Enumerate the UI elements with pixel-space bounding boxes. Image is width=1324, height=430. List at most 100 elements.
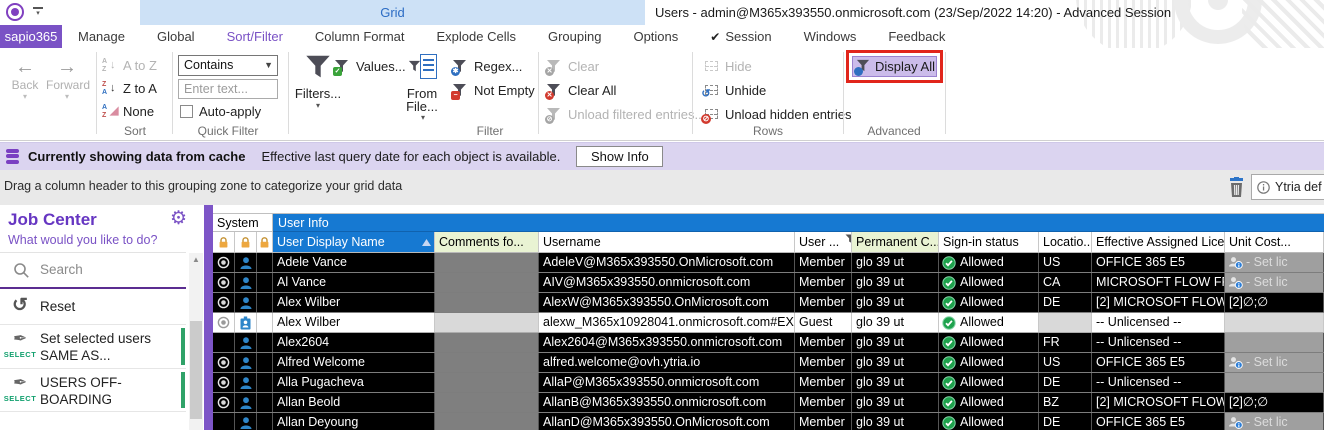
cell-comments[interactable] xyxy=(435,413,539,430)
cell-signin-status[interactable]: Allowed xyxy=(939,373,1039,392)
cell-display-name[interactable]: Adele Vance xyxy=(273,253,435,272)
column-header-unit-cost[interactable]: Unit Cost... xyxy=(1225,232,1324,253)
forward-button[interactable]: → Forward ▾ xyxy=(46,56,88,102)
filter-from-file-button[interactable]: From File... ▾ xyxy=(398,54,448,122)
cell-comments[interactable] xyxy=(435,353,539,372)
cell-location[interactable]: US xyxy=(1039,353,1092,372)
document-tab[interactable]: Grid xyxy=(140,0,645,25)
not-empty-button[interactable]: − Not Empty xyxy=(452,81,535,99)
tab-explode-cells[interactable]: Explode Cells xyxy=(420,25,532,48)
cell-permanent[interactable]: glo 39 ut xyxy=(852,413,939,430)
cell-username[interactable]: alfred.welcome@ovh.ytria.io xyxy=(539,353,795,372)
cell-comments[interactable] xyxy=(435,393,539,412)
grid-row[interactable]: Alla PugachevaAllaP@M365x393550.onmicros… xyxy=(213,373,1324,393)
cell-licenses[interactable]: -- Unlicensed -- xyxy=(1092,373,1225,392)
row-select-radio[interactable] xyxy=(213,393,235,412)
app-logo-icon[interactable] xyxy=(6,3,24,21)
cell-unit-cost[interactable]: - Set lic xyxy=(1225,353,1324,372)
cell-unit-cost[interactable]: [2]∅;∅ xyxy=(1225,393,1324,412)
group-header-system[interactable]: System xyxy=(213,213,273,232)
row-select-radio[interactable] xyxy=(213,253,235,272)
cell-comments[interactable] xyxy=(435,373,539,392)
cell-permanent[interactable]: glo 39 ut xyxy=(852,373,939,392)
values-button[interactable]: ✓ Values... xyxy=(334,57,406,75)
cell-licenses[interactable]: -- Unlicensed -- xyxy=(1092,313,1225,332)
cell-user-type[interactable]: Member xyxy=(795,353,852,372)
hide-rows-button[interactable]: Hide xyxy=(704,57,752,75)
cell-username[interactable]: AlexW@M365x393550.OnMicrosoft.com xyxy=(539,293,795,312)
cell-user-type[interactable]: Member xyxy=(795,293,852,312)
grid-row[interactable]: Alfred Welcomealfred.welcome@ovh.ytria.i… xyxy=(213,353,1324,373)
cell-permanent[interactable]: glo 39 ut xyxy=(852,253,939,272)
tab-options[interactable]: Options xyxy=(617,25,694,48)
cell-display-name[interactable]: Alex2604 xyxy=(273,333,435,352)
grouping-zone[interactable]: Drag a column header to this grouping zo… xyxy=(0,170,1324,205)
cell-user-type[interactable]: Member xyxy=(795,413,852,430)
cell-comments[interactable] xyxy=(435,253,539,272)
row-select-radio[interactable] xyxy=(213,313,235,332)
cell-signin-status[interactable]: Allowed xyxy=(939,313,1039,332)
grid-row[interactable]: Alex Wilberalexw_M365x10928041.onmicroso… xyxy=(213,313,1324,333)
cell-username[interactable]: AIV@M365x393550.onmicrosoft.com xyxy=(539,273,795,292)
row-select-radio[interactable] xyxy=(213,333,235,352)
cell-permanent[interactable]: glo 39 ut xyxy=(852,313,939,332)
tab-manage[interactable]: Manage xyxy=(62,25,141,48)
back-dropdown-icon[interactable]: ▾ xyxy=(4,92,46,102)
column-header-effective-assigned-licenses[interactable]: Effective Assigned Licenses xyxy=(1092,232,1225,253)
tab-windows[interactable]: Windows xyxy=(788,25,873,48)
quick-access-dropdown-icon[interactable]: ▾ xyxy=(33,7,43,16)
cell-comments[interactable] xyxy=(435,293,539,312)
scrollbar-thumb[interactable] xyxy=(190,321,202,419)
cell-display-name[interactable]: Al Vance xyxy=(273,273,435,292)
cell-unit-cost[interactable] xyxy=(1225,373,1324,392)
tab-column-format[interactable]: Column Format xyxy=(299,25,421,48)
cell-licenses[interactable]: OFFICE 365 E5 xyxy=(1092,353,1225,372)
row-select-radio[interactable] xyxy=(213,353,235,372)
unload-hidden-entries-button[interactable]: ⊘ Unload hidden entries xyxy=(704,105,851,123)
quick-filter-text-input[interactable] xyxy=(178,79,278,99)
cell-user-type[interactable]: Member xyxy=(795,373,852,392)
tab-global[interactable]: Global xyxy=(141,25,211,48)
tab-sort-filter[interactable]: Sort/Filter xyxy=(211,25,299,48)
cell-signin-status[interactable]: Allowed xyxy=(939,333,1039,352)
cell-location[interactable] xyxy=(1039,313,1092,332)
cell-location[interactable]: CA xyxy=(1039,273,1092,292)
lock-icon[interactable] xyxy=(257,232,273,253)
row-select-radio[interactable] xyxy=(213,293,235,312)
cell-signin-status[interactable]: Allowed xyxy=(939,273,1039,292)
cell-signin-status[interactable]: Allowed xyxy=(939,353,1039,372)
column-header-comments-fo[interactable]: Comments fo... xyxy=(435,232,539,253)
sort-z-to-a-button[interactable]: ZA↓ Z to A xyxy=(102,79,157,97)
cell-display-name[interactable]: Allan Deyoung xyxy=(273,413,435,430)
column-header-sign-in-status[interactable]: Sign-in status xyxy=(939,232,1039,253)
cell-comments[interactable] xyxy=(435,313,539,332)
column-header-locatio[interactable]: Locatio... xyxy=(1039,232,1092,253)
job-search-field[interactable]: Search xyxy=(0,253,186,289)
unhide-rows-button[interactable]: ↺ Unhide xyxy=(704,81,766,99)
forward-dropdown-icon[interactable]: ▾ xyxy=(46,92,88,102)
cell-user-type[interactable]: Member xyxy=(795,273,852,292)
cell-signin-status[interactable]: Allowed xyxy=(939,253,1039,272)
cell-user-type[interactable]: Member xyxy=(795,253,852,272)
cell-licenses[interactable]: OFFICE 365 E5 xyxy=(1092,253,1225,272)
column-header-username[interactable]: Username xyxy=(539,232,795,253)
sort-none-button[interactable]: AZ◢ None xyxy=(102,102,154,120)
cell-display-name[interactable]: Alla Pugacheva xyxy=(273,373,435,392)
cell-unit-cost[interactable]: [2]∅;∅ xyxy=(1225,293,1324,312)
cell-licenses[interactable]: [2] MICROSOFT FLOW FREE; xyxy=(1092,393,1225,412)
clear-filter-button[interactable]: ✕ Clear xyxy=(546,57,599,75)
cell-display-name[interactable]: Allan Beold xyxy=(273,393,435,412)
cell-unit-cost[interactable] xyxy=(1225,313,1324,332)
cell-licenses[interactable]: [2] MICROSOFT FLOW FREE; xyxy=(1092,293,1225,312)
job-reset-button[interactable]: ↺ Reset xyxy=(0,291,186,325)
cell-location[interactable]: DE xyxy=(1039,373,1092,392)
cell-licenses[interactable]: -- Unlicensed -- xyxy=(1092,333,1225,352)
cell-unit-cost[interactable] xyxy=(1225,333,1324,352)
quick-filter-operator-select[interactable]: Contains▼ xyxy=(178,55,278,76)
cell-unit-cost[interactable]: - Set lic xyxy=(1225,253,1324,272)
cell-display-name[interactable]: Alex Wilber xyxy=(273,313,435,332)
cell-permanent[interactable]: glo 39 ut xyxy=(852,273,939,292)
cell-location[interactable]: DE xyxy=(1039,413,1092,430)
cell-signin-status[interactable]: Allowed xyxy=(939,393,1039,412)
lock-icon[interactable] xyxy=(235,232,257,253)
